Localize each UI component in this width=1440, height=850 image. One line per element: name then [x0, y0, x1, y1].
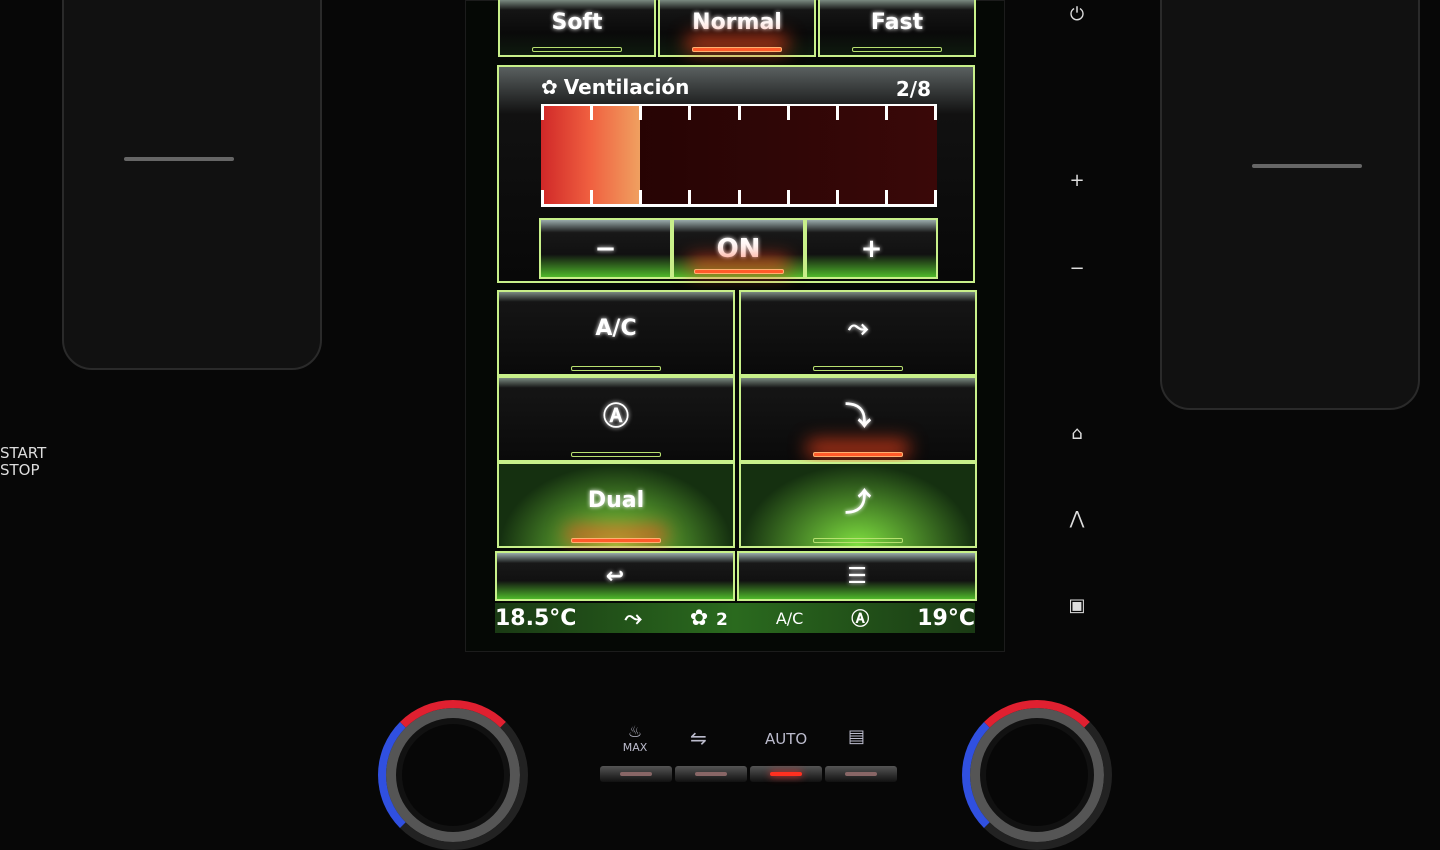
fan-speed-slider[interactable]: [541, 104, 937, 207]
right-temperature-knob[interactable]: [962, 700, 1112, 850]
grid-label: Dual: [587, 487, 645, 513]
recirculation-button-icon[interactable]: ⇋: [690, 726, 707, 750]
scale-tick: [737, 106, 741, 120]
airflow-feet-icon: ⤵: [844, 401, 871, 432]
active-indicator: [571, 366, 661, 371]
navigation-icon[interactable]: ⋀: [1062, 508, 1092, 529]
mode-button-fast[interactable]: Fast: [818, 0, 976, 57]
start-label: START: [0, 444, 47, 462]
mode-label: Fast: [870, 10, 924, 35]
climate-grid-button[interactable]: ⤴: [739, 462, 977, 548]
vent-slat: [1252, 164, 1362, 168]
scale-tick: [688, 190, 692, 204]
menu-list-button[interactable]: ☰: [737, 551, 977, 601]
scale-tick: [786, 106, 790, 120]
scale-tick: [934, 106, 937, 120]
scale-tick: [590, 190, 594, 204]
climate-grid-button[interactable]: A/C: [497, 290, 735, 376]
mode-label: Normal: [692, 10, 782, 35]
max-defrost-button[interactable]: ♨ MAX: [620, 722, 650, 754]
start-stop-button[interactable]: START STOP: [0, 445, 46, 479]
climate-grid-button[interactable]: Ⓐ: [497, 376, 735, 462]
climate-grid-button[interactable]: ⤵: [739, 376, 977, 462]
volume-down-icon[interactable]: −: [1062, 258, 1092, 279]
scale-tick: [590, 106, 594, 120]
ventilation-on-button[interactable]: ON: [672, 218, 805, 279]
rear-defrost-press[interactable]: [825, 766, 897, 782]
active-indicator: [532, 47, 622, 52]
volume-up-icon[interactable]: +: [1062, 170, 1092, 191]
back-button[interactable]: ↩: [495, 551, 735, 601]
grid-label: A/C: [595, 315, 637, 341]
active-indicator: [852, 47, 942, 52]
on-label: ON: [716, 233, 761, 264]
airflow-windshield-icon: ⤴: [844, 487, 871, 518]
ventilation-panel: ✿ Ventilación 2/8 − ON +: [497, 65, 975, 283]
auto-button[interactable]: AUTO: [765, 730, 807, 748]
scale-tick: [639, 190, 643, 204]
scale-tick: [835, 190, 839, 204]
mode-label: Soft: [551, 10, 603, 35]
passenger-temperature[interactable]: 19°C: [917, 606, 975, 631]
home-icon[interactable]: ⌂: [1062, 423, 1092, 444]
airflow-icon: ⤳: [624, 605, 642, 631]
scale-tick: [786, 190, 790, 204]
plus-icon: +: [860, 233, 883, 264]
scale-tick: [737, 190, 741, 204]
fan-icon: ✿: [541, 75, 558, 99]
scale-tick: [541, 190, 544, 204]
scale-tick: [934, 190, 937, 204]
active-indicator: [813, 366, 903, 371]
recirculation-auto-icon: Ⓐ: [851, 609, 870, 630]
vent-slat: [124, 157, 234, 161]
back-icon: ↩: [605, 563, 625, 589]
left-temperature-knob[interactable]: [378, 700, 528, 850]
mode-button-normal[interactable]: Normal: [658, 0, 816, 57]
mode-button-soft[interactable]: Soft: [498, 0, 656, 57]
auto-press[interactable]: [750, 766, 822, 782]
max-defrost-press[interactable]: [600, 766, 672, 782]
active-indicator: [813, 538, 903, 543]
minus-icon: −: [594, 233, 617, 264]
status-bar: 18.5°C ⤳ ✿ 2 A/C Ⓐ 19°C: [495, 603, 975, 633]
climate-grid-button[interactable]: Dual: [497, 462, 735, 548]
active-indicator: [813, 452, 903, 457]
menu-list-icon: ☰: [847, 563, 867, 589]
left-air-vent: [62, 0, 322, 370]
ventilation-level: 2/8: [895, 77, 931, 101]
active-indicator: [692, 47, 782, 52]
driver-temperature[interactable]: 18.5°C: [495, 606, 576, 631]
scale-tick: [884, 190, 888, 204]
rear-defrost-icon[interactable]: ▤: [848, 726, 865, 747]
airflow-face-icon: ⤳: [847, 312, 869, 343]
scale-tick: [884, 106, 888, 120]
ventilation-minus-icon-button[interactable]: −: [539, 218, 672, 279]
active-indicator: [571, 538, 661, 543]
ventilation-title: ✿ Ventilación: [541, 75, 690, 99]
recirculation-press[interactable]: [675, 766, 747, 782]
fan-icon: ✿: [689, 605, 709, 631]
windshield-defrost-icon: ♨: [627, 722, 643, 741]
recirculation-auto-icon: Ⓐ: [602, 401, 629, 432]
active-indicator: [571, 452, 661, 457]
ac-status: A/C: [775, 608, 804, 628]
scale-tick: [541, 106, 544, 120]
fan-status: ✿ 2: [689, 605, 728, 631]
active-indicator: [693, 269, 784, 274]
stop-label: STOP: [0, 461, 40, 479]
scale-tick: [688, 106, 692, 120]
scale-tick: [639, 106, 643, 120]
power-icon[interactable]: ⏻: [1062, 4, 1092, 25]
ventilation-plus-icon-button[interactable]: +: [805, 218, 938, 279]
right-air-vent: [1160, 0, 1420, 410]
climate-grid-button[interactable]: ⤳: [739, 290, 977, 376]
screen-icon[interactable]: ▣: [1062, 595, 1092, 616]
scale-tick: [835, 106, 839, 120]
